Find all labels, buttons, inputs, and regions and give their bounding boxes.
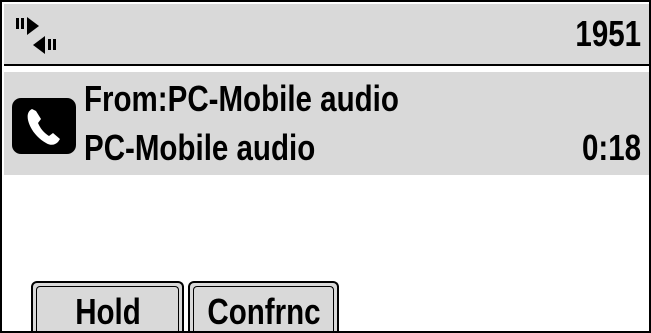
speakerphone-icon <box>16 17 56 54</box>
active-call-panel[interactable]: From:PC-Mobile audio PC-Mobile audio 0:1… <box>4 72 649 175</box>
caller-name: PC-Mobile audio <box>84 127 316 168</box>
status-bar: 1951 <box>4 4 649 66</box>
conference-button[interactable]: Confrnc <box>188 281 339 332</box>
line-number: 1951 <box>575 13 641 54</box>
call-duration: 0:18 <box>581 127 641 168</box>
call-from-label: From:PC-Mobile audio <box>84 78 399 119</box>
phone-handset-icon <box>12 98 76 154</box>
hold-button-label: Hold <box>74 291 141 332</box>
conference-button-label: Confrnc <box>206 291 321 332</box>
phone-screen: 1951 From:PC-Mobile audio PC-Mobile audi… <box>0 0 651 333</box>
hold-button[interactable]: Hold <box>31 281 184 332</box>
